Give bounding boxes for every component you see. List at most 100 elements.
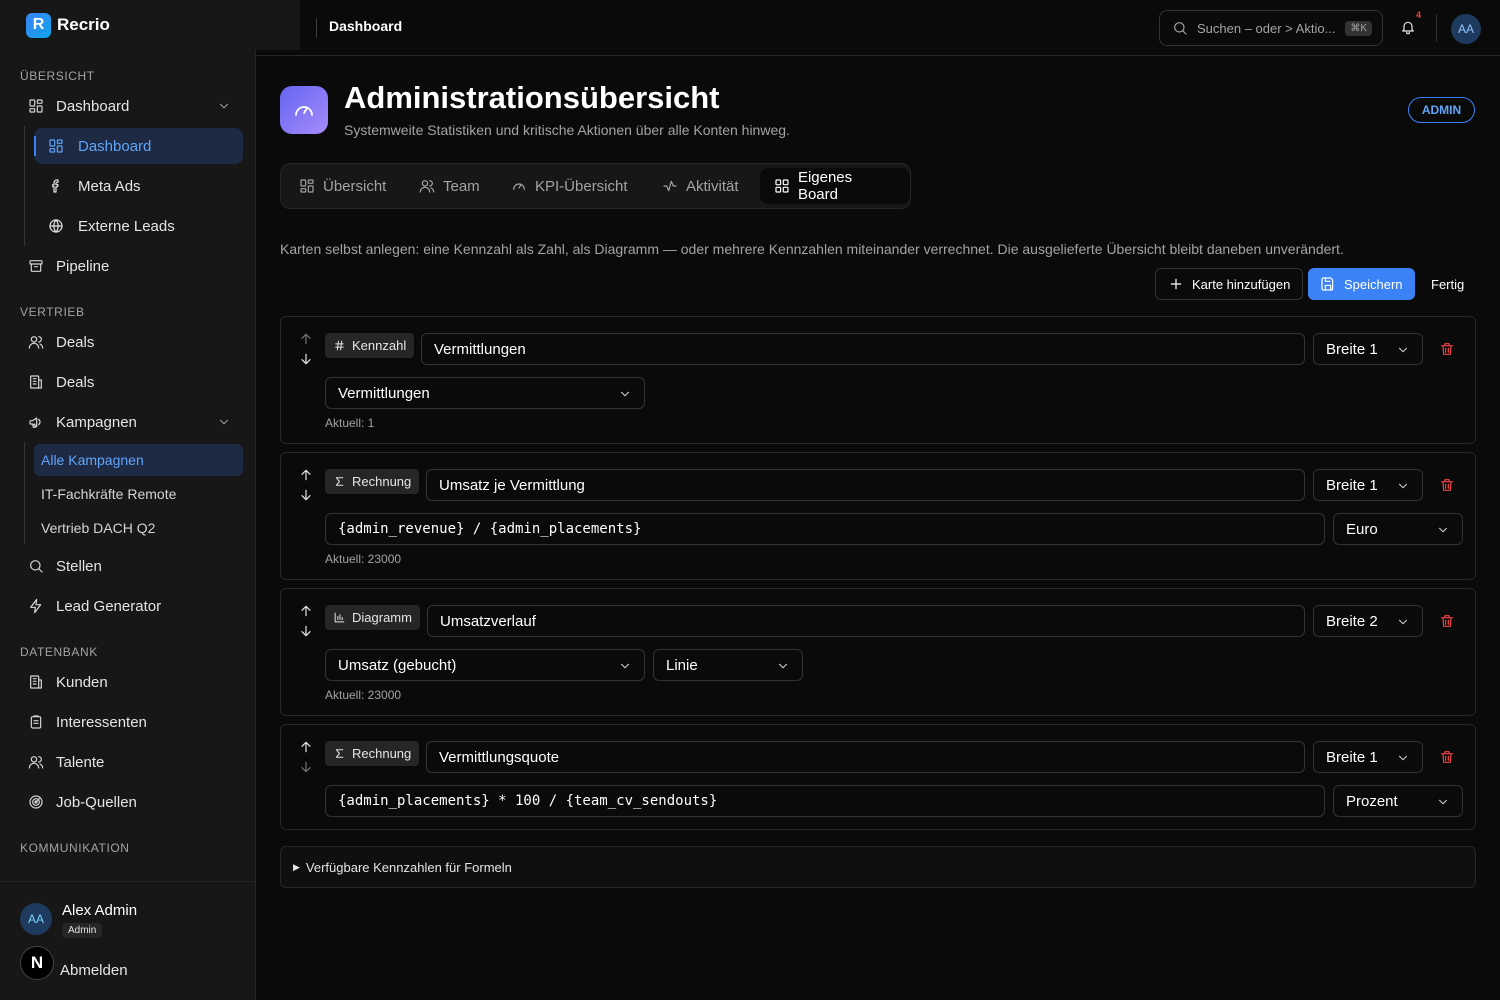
sidebar-item-job-sources[interactable]: Job-Quellen <box>20 784 243 820</box>
card-type-badge: Rechnung <box>325 469 420 494</box>
select-value: Umsatz (gebucht) <box>338 656 457 674</box>
sidebar-item-label: Pipeline <box>56 257 110 275</box>
logo[interactable]: R Recrio <box>0 0 300 50</box>
trash-icon[interactable] <box>1439 749 1455 765</box>
sidebar-item-dashboard-group[interactable]: Dashboard <box>20 88 243 124</box>
done-button[interactable]: Fertig <box>1419 268 1476 300</box>
chevron-down-icon <box>778 663 788 669</box>
save-button[interactable]: Speichern <box>1308 268 1415 300</box>
disclosure-label: Verfügbare Kennzahlen für Formeln <box>305 859 512 875</box>
card-title-input[interactable]: Vermittlungen <box>421 333 1305 365</box>
card-type-label: Kennzahl <box>352 338 407 353</box>
available-metrics-disclosure[interactable]: ▶ Verfügbare Kennzahlen für Formeln <box>280 846 1476 888</box>
archive-icon <box>29 260 43 272</box>
board-card: Kennzahl Vermittlungen Breite 1 Vermittl… <box>280 316 1476 444</box>
search-shortcut: ⌘K <box>1345 20 1372 36</box>
submenu-line <box>24 126 25 246</box>
button-label: Speichern <box>1344 276 1403 292</box>
chevron-down-icon[interactable] <box>217 99 231 113</box>
sidebar: ÜBERSICHT Dashboard Dashboard Meta Ads E… <box>0 0 256 1000</box>
card-width-select[interactable]: Breite 1 <box>1313 333 1423 365</box>
sidebar-subitem-all-campaigns[interactable]: Alle Kampagnen <box>34 444 243 476</box>
trash-icon[interactable] <box>1439 341 1455 357</box>
sidebar-item-prospects[interactable]: Interessenten <box>20 704 243 740</box>
tab-label: Übersicht <box>323 177 387 195</box>
save-icon <box>1321 277 1334 291</box>
card-width-select[interactable]: Breite 2 <box>1313 605 1423 637</box>
sidebar-item-label: Deals <box>56 373 95 391</box>
tab-custom-board[interactable]: Eigenes Board <box>760 168 910 204</box>
current-value: Aktuell: 23000 <box>325 552 402 566</box>
avatar[interactable]: AA <box>20 903 52 935</box>
metric-select[interactable]: Vermittlungen <box>325 377 645 409</box>
arrow-down-icon[interactable] <box>298 351 314 367</box>
avatar[interactable]: AA <box>1451 14 1481 44</box>
button-label: Karte hinzufügen <box>1192 276 1291 292</box>
sidebar-item-deals[interactable]: Deals <box>20 324 243 360</box>
tab-kpi-overview[interactable]: KPI-Übersicht <box>497 168 642 204</box>
page-subtitle: Systemweite Statistiken und kritische Ak… <box>344 122 790 138</box>
tab-overview[interactable]: Übersicht <box>285 168 400 204</box>
arrow-up-icon[interactable] <box>298 739 314 755</box>
sidebar-item-label: Externe Leads <box>78 217 175 235</box>
add-card-button[interactable]: Karte hinzufügen <box>1155 268 1304 300</box>
tab-activity[interactable]: Aktivität <box>648 168 753 204</box>
sidebar-item-talents[interactable]: Talente <box>20 744 243 780</box>
card-width-select[interactable]: Breite 1 <box>1313 741 1423 773</box>
arrow-down-icon[interactable] <box>298 487 314 503</box>
sidebar-item-label: Kunden <box>56 673 108 691</box>
card-title-input[interactable]: Vermittlungsquote <box>426 741 1305 773</box>
card-type-label: Rechnung <box>352 474 412 489</box>
user-name: Alex Admin <box>62 902 138 919</box>
search-input[interactable]: Suchen – oder > Aktio... ⌘K <box>1159 10 1383 46</box>
sidebar-item-label: Dashboard <box>78 137 152 155</box>
sidebar-nav[interactable]: ÜBERSICHT Dashboard Dashboard Meta Ads E… <box>0 56 256 868</box>
chevron-down-icon[interactable] <box>217 415 231 429</box>
section-label-communication: KOMMUNIKATION <box>20 841 130 855</box>
card-type-badge: Rechnung <box>325 741 420 766</box>
card-title-input[interactable]: Umsatzverlauf <box>427 605 1305 637</box>
sidebar-subitem-dashboard[interactable]: Dashboard <box>34 128 243 164</box>
arrow-up-icon[interactable] <box>298 603 314 619</box>
arrow-up-icon[interactable] <box>298 331 314 347</box>
unit-select[interactable]: Euro <box>1333 513 1463 545</box>
users-icon <box>28 336 44 349</box>
bell-icon[interactable] <box>1400 19 1416 35</box>
select-value: Breite 1 <box>1326 476 1378 494</box>
breadcrumb[interactable]: Dashboard <box>329 18 402 34</box>
metric-select[interactable]: Umsatz (gebucht) <box>325 649 645 681</box>
arrow-up-icon[interactable] <box>298 467 314 483</box>
sidebar-item-customers[interactable]: Kunden <box>20 664 243 700</box>
sidebar-item-jobs[interactable]: Stellen <box>20 548 243 584</box>
tab-team[interactable]: Team <box>405 168 494 204</box>
gauge-icon <box>513 183 525 190</box>
arrow-down-icon[interactable] <box>298 759 314 775</box>
trash-icon[interactable] <box>1439 613 1455 629</box>
formula-input[interactable]: {admin_revenue} / {admin_placements} <box>325 513 1325 545</box>
sidebar-subitem-meta-ads[interactable]: Meta Ads <box>34 168 243 204</box>
sidebar-item-pipeline[interactable]: Pipeline <box>20 248 243 284</box>
sidebar-subitem-external-leads[interactable]: Externe Leads <box>34 208 243 244</box>
logout-button[interactable]: Abmelden <box>60 962 128 979</box>
sidebar-footer: AA Alex Admin Admin N Abmelden <box>0 881 256 1000</box>
sidebar-subitem-campaign[interactable]: Vertrieb DACH Q2 <box>34 512 243 544</box>
sigma-icon <box>335 749 344 758</box>
sidebar-item-label: Lead Generator <box>56 597 162 615</box>
sidebar-item-deals-2[interactable]: Deals <box>20 364 243 400</box>
sidebar-item-campaigns[interactable]: Kampagnen <box>20 404 243 440</box>
tab-label: Team <box>443 177 480 195</box>
card-title-input[interactable]: Umsatz je Vermittlung <box>426 469 1305 501</box>
unit-select[interactable]: Prozent <box>1333 785 1463 817</box>
logo-mark: R <box>26 12 51 38</box>
section-label-database: DATENBANK <box>20 645 98 659</box>
formula-input[interactable]: {admin_placements} * 100 / {team_cv_send… <box>325 785 1325 817</box>
card-width-select[interactable]: Breite 1 <box>1313 469 1423 501</box>
chevron-down-icon <box>1398 347 1408 353</box>
arrow-down-icon[interactable] <box>298 623 314 639</box>
sidebar-subitem-campaign[interactable]: IT-Fachkräfte Remote <box>34 478 243 510</box>
chart-type-select[interactable]: Linie <box>653 649 803 681</box>
sidebar-item-lead-generator[interactable]: Lead Generator <box>20 588 243 624</box>
search-placeholder: Suchen – oder > Aktio... <box>1197 20 1336 36</box>
select-value: Breite 2 <box>1326 612 1378 630</box>
trash-icon[interactable] <box>1439 477 1455 493</box>
